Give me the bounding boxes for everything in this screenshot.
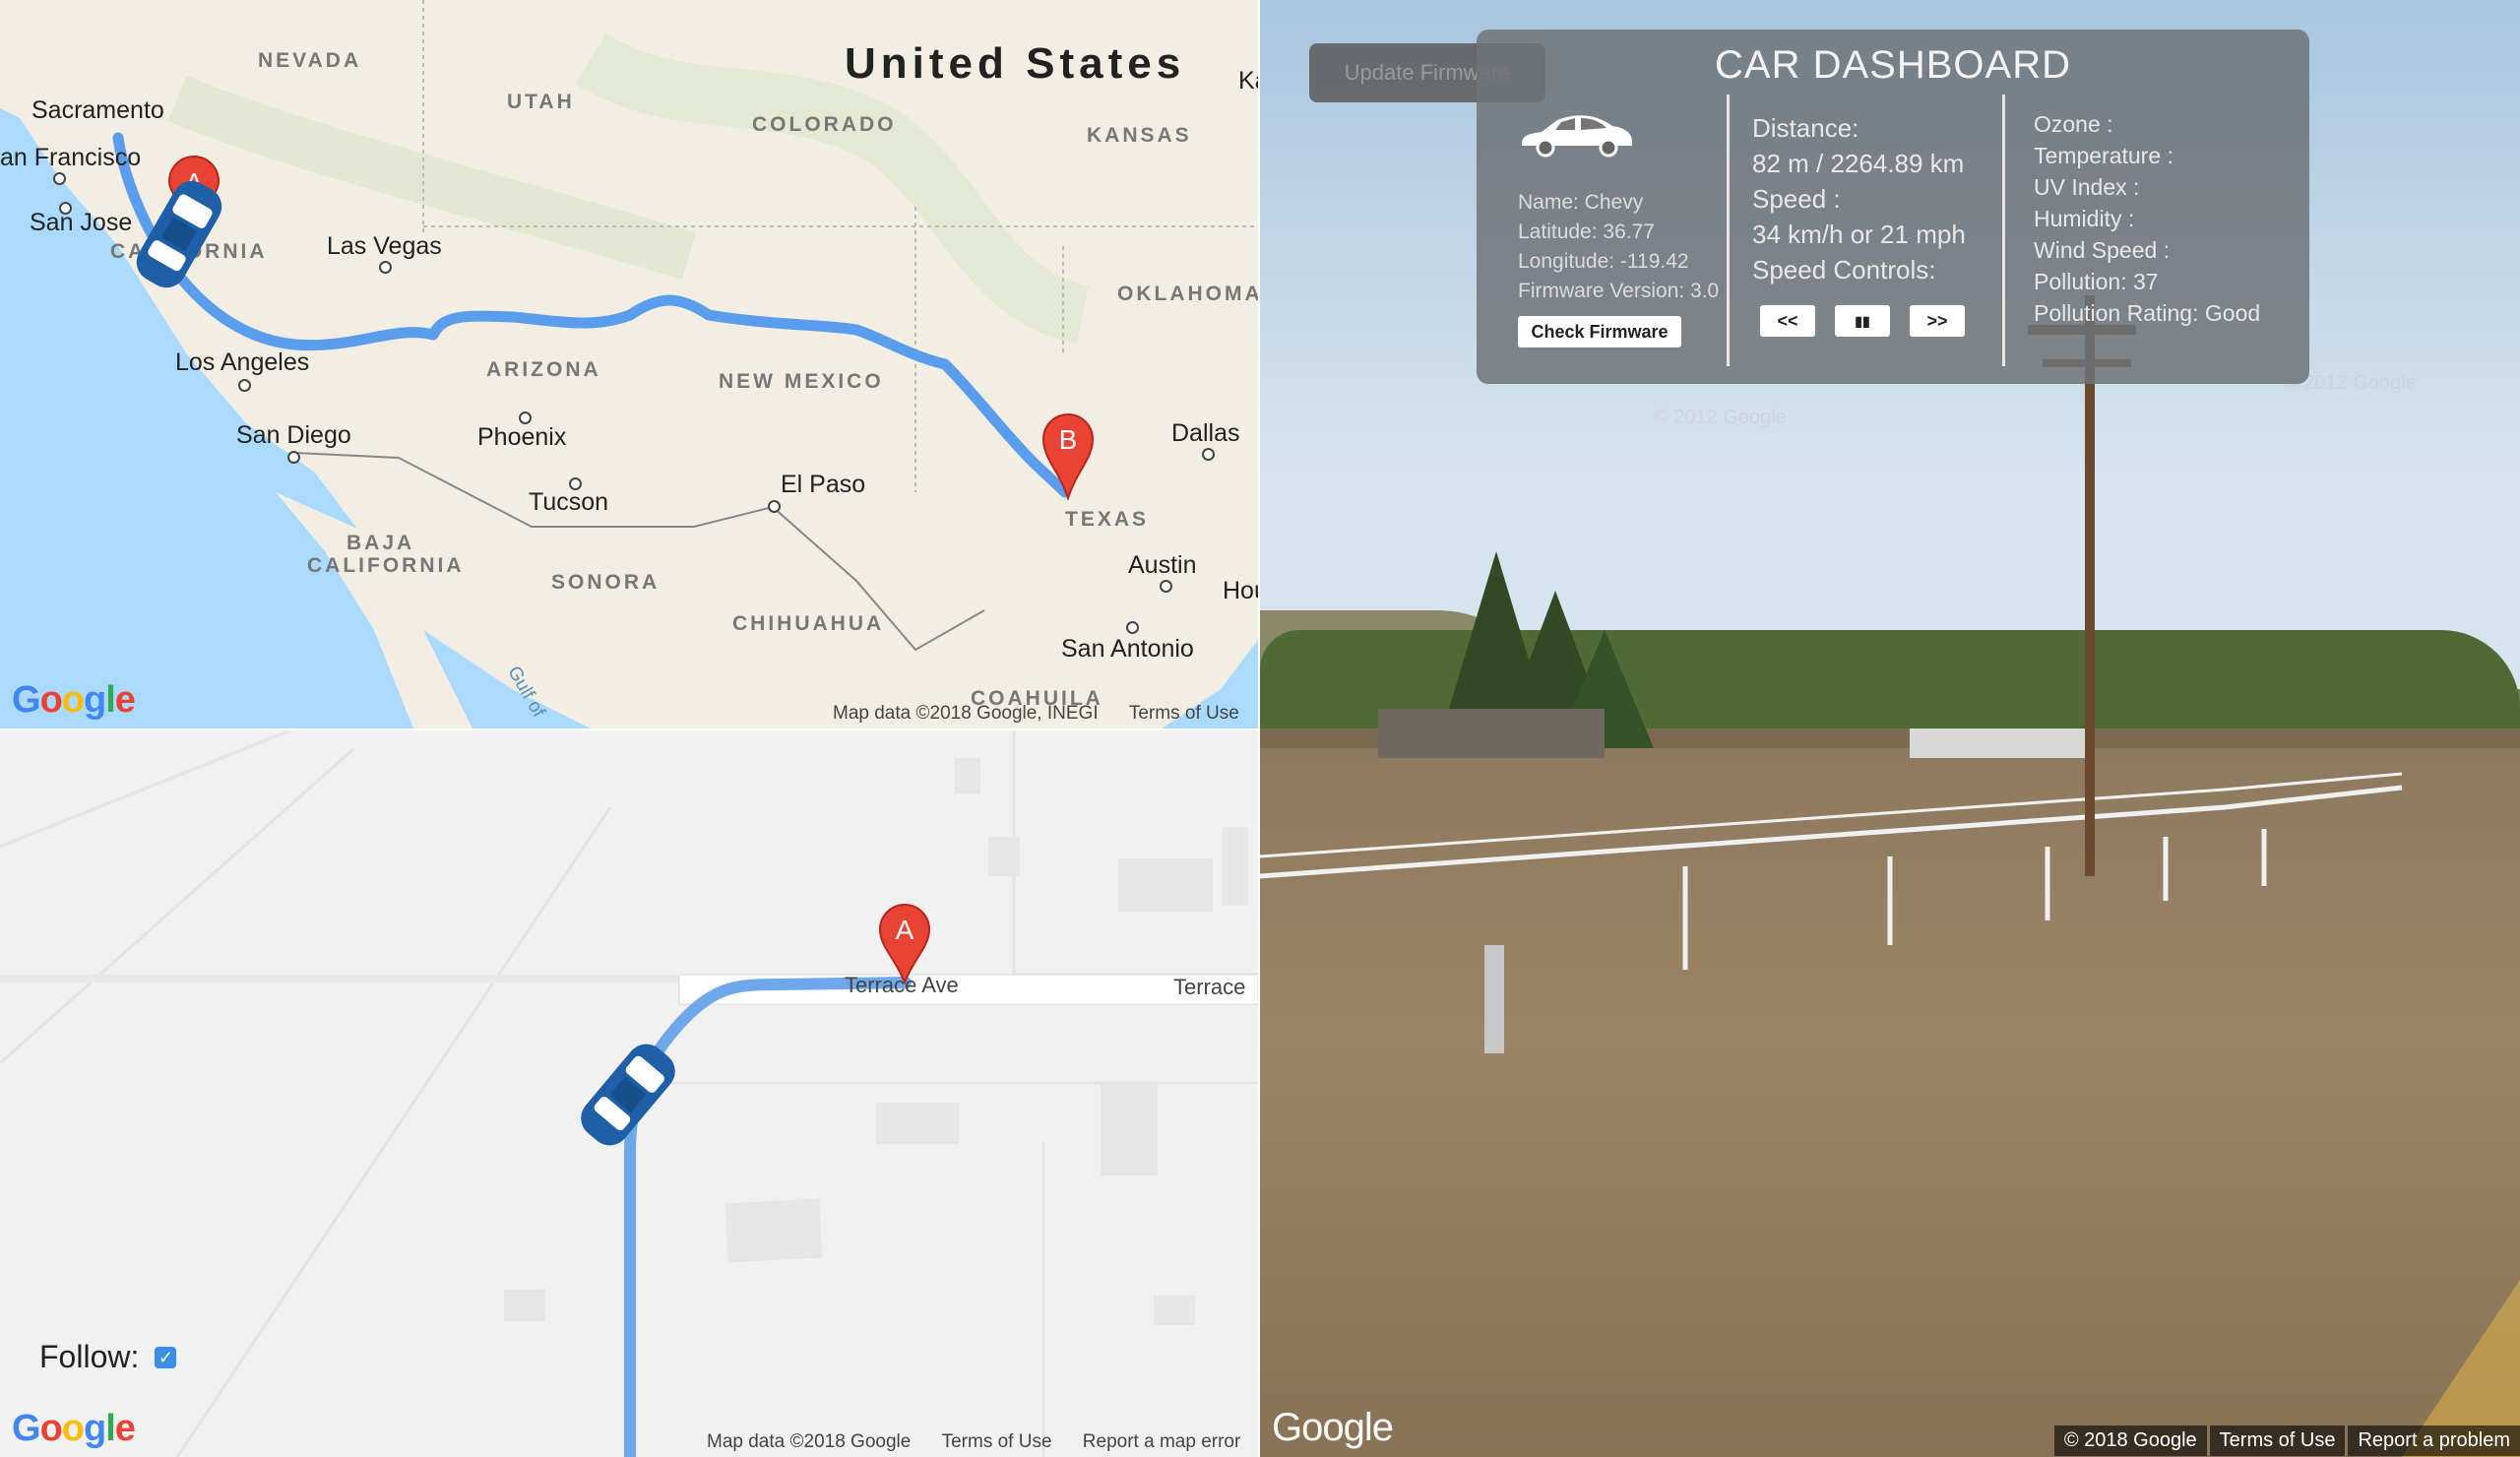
terms-link[interactable]: Terms of Use xyxy=(2209,1425,2346,1456)
state-label: COLORADO xyxy=(752,113,897,136)
city-dot xyxy=(379,261,392,274)
report-problem-link[interactable]: Report a problem xyxy=(2348,1425,2520,1456)
report-error-link[interactable]: Report a map error xyxy=(1083,1431,1241,1452)
firmware-version: Firmware Version: 3.0 xyxy=(1518,280,1720,302)
speed-label: Speed : xyxy=(1752,184,1841,214)
map-attribution: Map data ©2018 Google Terms of Use Repor… xyxy=(707,1431,1240,1453)
pane-divider xyxy=(0,728,1258,730)
state-label: TEXAS xyxy=(1065,508,1150,531)
state-label: KANSAS xyxy=(1087,124,1192,147)
ozone: Ozone : xyxy=(2034,111,2113,137)
google-logo: Google xyxy=(1272,1406,1394,1449)
state-label: ARIZONA xyxy=(486,358,601,381)
column-divider xyxy=(1727,95,1730,366)
city-label: Hou xyxy=(1223,577,1258,604)
marker-label: B xyxy=(1059,424,1078,455)
state-label: OKLAHOMA xyxy=(1117,283,1258,305)
state-label: CALIFORNIA xyxy=(307,554,465,577)
environment-column: Ozone : Temperature : UV Index : Humidit… xyxy=(2034,108,2260,329)
map-attribution: Map data ©2018 Google, INEGI Terms of Us… xyxy=(833,703,1239,725)
city-label: San Jose xyxy=(30,209,133,236)
pollution-rating: Pollution Rating: Good xyxy=(2034,300,2261,326)
country-label: United States xyxy=(845,39,1186,88)
google-logo: Google xyxy=(12,679,136,721)
city-dot xyxy=(519,412,532,424)
city-label: San Diego xyxy=(236,421,351,449)
city-label: Ka xyxy=(1238,67,1258,95)
state-label: CHIHUAHUA xyxy=(732,612,885,635)
car-latitude: Latitude: 36.77 xyxy=(1518,221,1655,243)
marker-label: A xyxy=(896,915,914,945)
rewind-button[interactable]: << xyxy=(1760,305,1815,337)
city-label: an Francisco xyxy=(0,144,142,171)
trip-info-column: Distance: 82 m / 2264.89 km Speed : 34 k… xyxy=(1752,110,1966,337)
car-icon xyxy=(1522,115,1632,158)
city-dot xyxy=(1126,621,1139,634)
city-dot xyxy=(53,172,66,185)
uv-index: UV Index : xyxy=(2034,174,2140,200)
pause-button[interactable]: ▮▮ xyxy=(1835,305,1890,337)
distance-label: Distance: xyxy=(1752,113,1859,143)
city-dot xyxy=(287,451,300,464)
column-divider xyxy=(2002,95,2005,366)
follow-toggle[interactable]: Follow: ✓ xyxy=(39,1339,177,1375)
street-attribution: © 2018 Google Terms of Use Report a prob… xyxy=(2051,1425,2520,1456)
pane-divider xyxy=(1258,0,1260,1457)
state-label: UTAH xyxy=(507,91,575,113)
car-longitude: Longitude: -119.42 xyxy=(1518,250,1689,273)
temperature: Temperature : xyxy=(2034,143,2174,168)
forward-button[interactable]: >> xyxy=(1910,305,1965,337)
pollution: Pollution: 37 xyxy=(2034,269,2159,294)
dashboard-title: CAR DASHBOARD xyxy=(1715,43,2071,87)
state-label: NEVADA xyxy=(258,49,362,72)
city-label: Los Angeles xyxy=(175,348,310,376)
city-dot xyxy=(238,379,251,392)
google-logo: Google xyxy=(12,1408,136,1449)
check-firmware-button[interactable]: Check Firmware xyxy=(1518,316,1681,348)
city-label: San Antonio xyxy=(1061,635,1194,663)
terms-link[interactable]: Terms of Use xyxy=(942,1431,1052,1452)
map-data-text: Map data ©2018 Google, INEGI xyxy=(833,703,1099,724)
state-label: NEW MEXICO xyxy=(719,370,884,393)
city-dot xyxy=(569,477,582,490)
city-label: Dallas xyxy=(1171,419,1240,447)
city-label: Tucson xyxy=(529,488,609,516)
city-label: Sacramento xyxy=(32,96,164,124)
overview-map[interactable]: United States NEVADA UTAH COLORADO KANSA… xyxy=(0,0,1258,728)
copyright-text: © 2018 Google xyxy=(2053,1425,2207,1456)
city-dot xyxy=(768,500,781,513)
city-label: El Paso xyxy=(781,471,866,498)
state-label: SONORA xyxy=(551,571,661,594)
car-info-column: Name: Chevy Latitude: 36.77 Longitude: -… xyxy=(1518,108,1719,348)
distance-value: 82 m / 2264.89 km xyxy=(1752,149,1965,178)
wind-speed: Wind Speed : xyxy=(2034,237,2171,263)
car-dashboard-panel: CAR DASHBOARD Name: Chevy Latitude: 36.7… xyxy=(1477,30,2309,384)
detail-map[interactable]: Terrace Ave Terrace A Follow: ✓ Google M… xyxy=(0,728,1258,1457)
watermark: © 2012 Google xyxy=(1654,407,1787,428)
terms-link[interactable]: Terms of Use xyxy=(1129,703,1239,724)
road-label: Terrace xyxy=(1173,975,1246,999)
follow-checkbox[interactable]: ✓ xyxy=(155,1346,177,1368)
city-label: Austin xyxy=(1128,551,1197,579)
speed-value: 34 km/h or 21 mph xyxy=(1752,220,1966,249)
marker-b[interactable]: B xyxy=(1041,412,1095,500)
city-label: Las Vegas xyxy=(327,232,442,260)
city-dot xyxy=(1160,580,1172,593)
map-data-text: Map data ©2018 Google xyxy=(707,1431,912,1452)
humidity: Humidity : xyxy=(2034,206,2135,231)
city-dot xyxy=(59,202,72,215)
marker-a[interactable]: A xyxy=(878,902,931,984)
city-dot xyxy=(1202,448,1215,461)
city-label: Phoenix xyxy=(477,423,567,451)
car-name: Name: Chevy xyxy=(1518,191,1644,214)
state-label: BAJA xyxy=(346,532,415,554)
speed-controls-label: Speed Controls: xyxy=(1752,255,1936,285)
follow-label: Follow: xyxy=(39,1339,140,1374)
